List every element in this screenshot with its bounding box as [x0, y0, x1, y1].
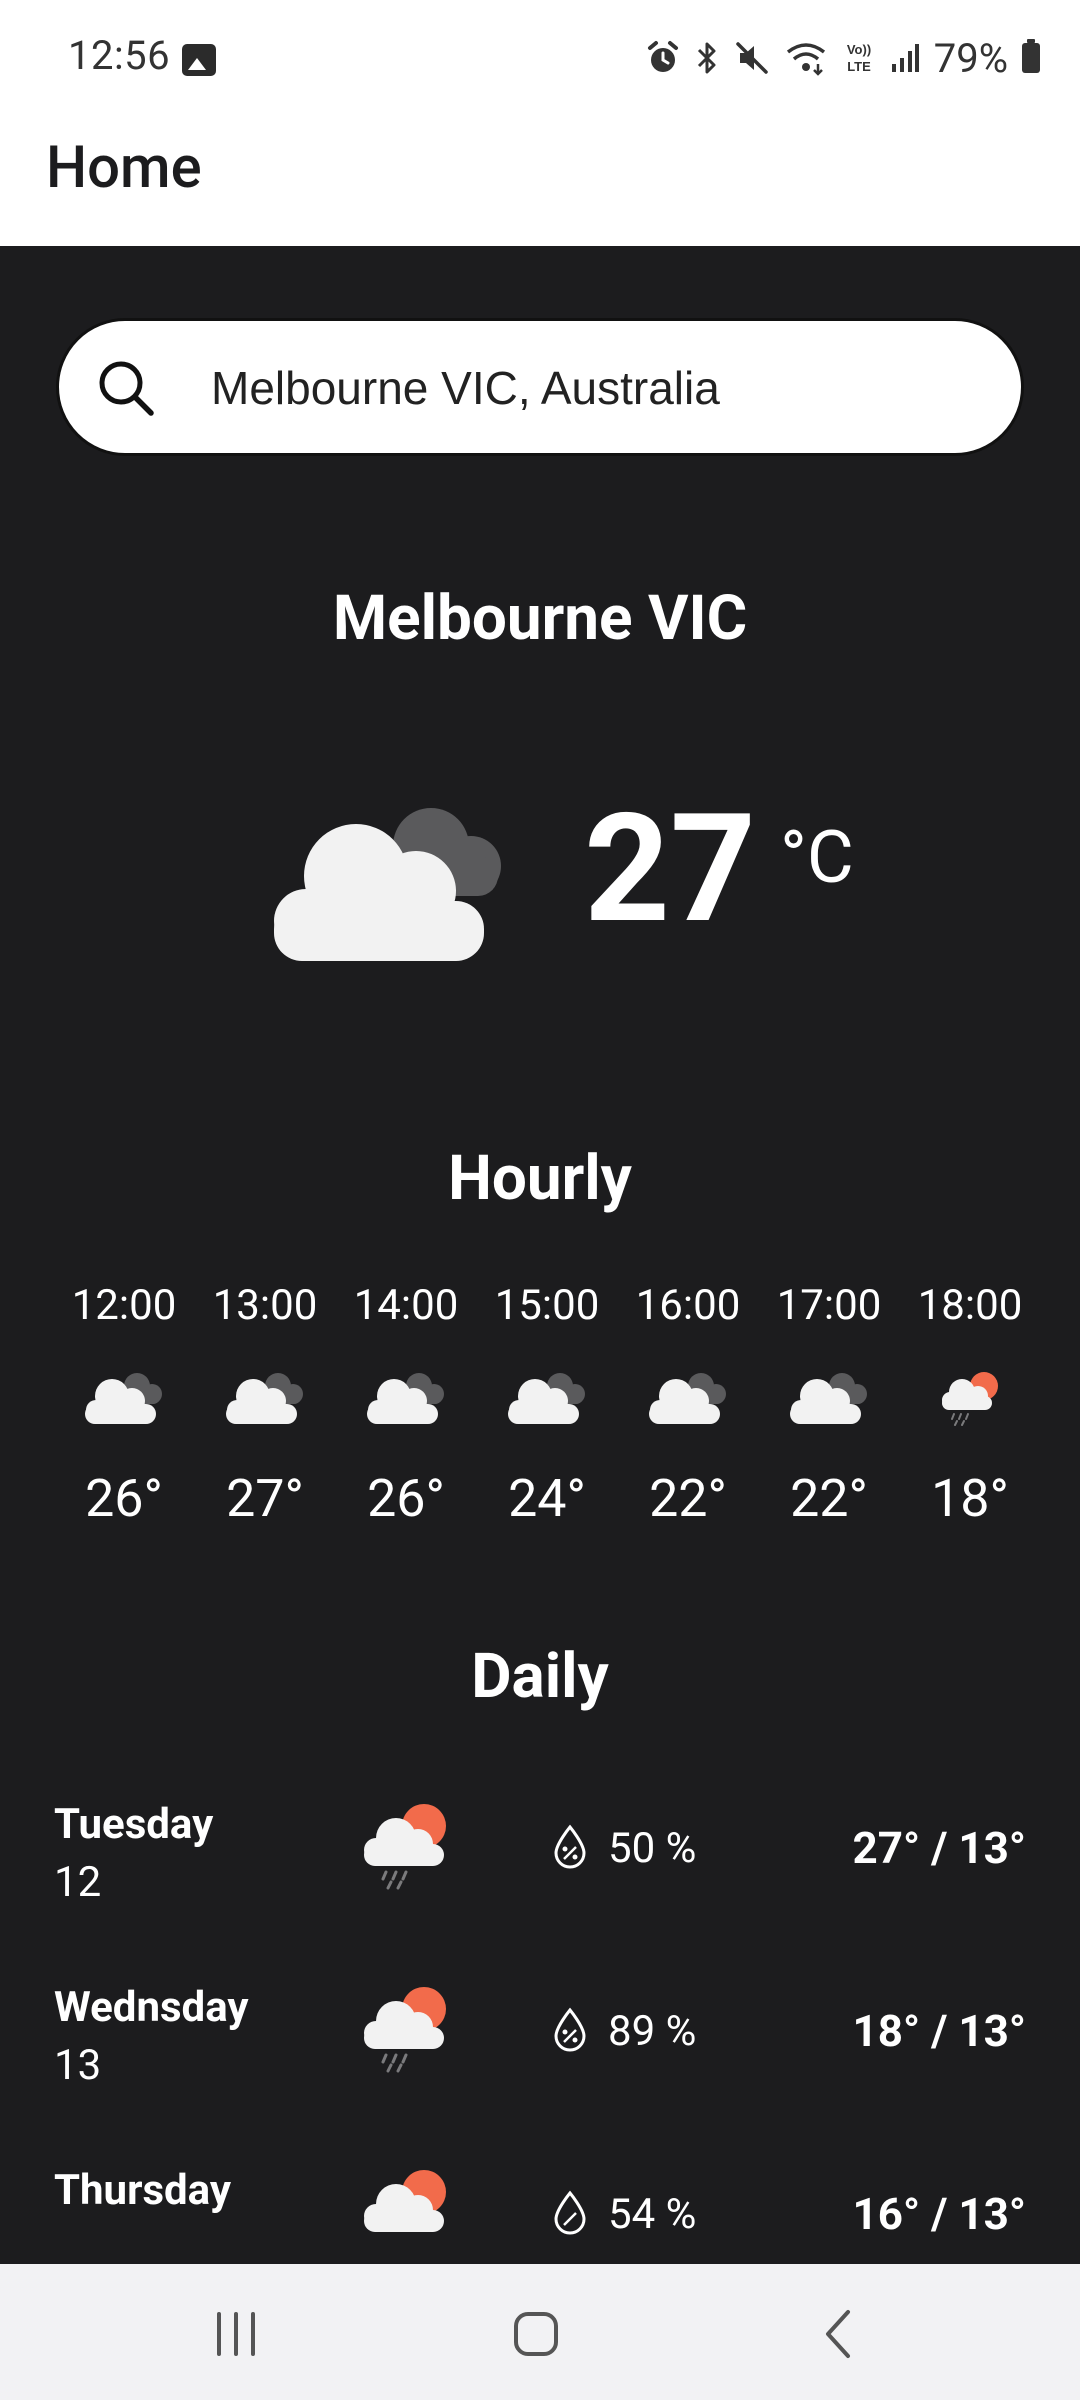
hour-temperature: 18°	[931, 1468, 1009, 1529]
status-time: 12:56	[68, 32, 171, 79]
hour-item: 14:00 26°	[336, 1276, 476, 1576]
battery-percentage: 79%	[933, 34, 1008, 82]
search-input[interactable]	[211, 351, 991, 425]
hour-item: 17:00 22°	[759, 1276, 899, 1576]
hour-time: 18:00	[917, 1281, 1023, 1330]
cloudy-icon	[649, 1373, 726, 1424]
temperature-unit: °C	[780, 815, 854, 900]
current-temperature: 27	[584, 781, 757, 957]
day-date: 13	[54, 2041, 102, 2090]
cloudy-icon	[790, 1373, 867, 1424]
gallery-icon	[182, 44, 216, 76]
weather-main: Melbourne VIC 27 °C Hourly 12:00 26° 13:…	[0, 246, 1080, 2264]
search-bar[interactable]	[56, 318, 1024, 456]
sun-rain-icon	[364, 1804, 446, 1890]
app-bar: Home	[0, 120, 1080, 246]
hour-item: 18:00 18°	[900, 1276, 1040, 1576]
hour-item: 15:00 24°	[477, 1276, 617, 1576]
page-title: Home	[46, 134, 202, 202]
hour-time: 13:00	[212, 1281, 318, 1330]
back-icon[interactable]	[810, 2304, 870, 2364]
cloudy-icon	[274, 808, 501, 961]
bluetooth-icon	[697, 42, 716, 74]
battery-icon	[1022, 39, 1040, 73]
wifi-icon	[786, 43, 825, 76]
daily-row: Tuesday 12 50 % 27° / 13°	[0, 1800, 1080, 1983]
cloudy-icon	[226, 1373, 303, 1424]
sun-rain-icon	[942, 1372, 998, 1426]
volte-icon: Vo)) LTE	[847, 42, 871, 74]
cloudy-icon	[508, 1373, 585, 1424]
hour-temperature: 27°	[226, 1468, 304, 1529]
hour-item: 13:00 27°	[195, 1276, 335, 1576]
hourly-forecast: 12:00 26° 13:00 27° 14:00 26° 15:00 24° …	[54, 1276, 1040, 1576]
sun-rain-icon	[364, 2170, 446, 2232]
hour-time: 15:00	[494, 1281, 600, 1330]
cloudy-icon	[85, 1373, 162, 1424]
search-icon[interactable]	[93, 355, 159, 421]
recent-apps-icon[interactable]	[206, 2304, 266, 2364]
raindrop-percent-icon	[554, 2190, 586, 2235]
daily-forecast: Tuesday 12 50 % 27° / 13° Wednsday 13 89…	[0, 1800, 1080, 2264]
city-name: Melbourne VIC	[332, 582, 748, 655]
daily-title: Daily	[471, 1640, 609, 1713]
svg-text:LTE: LTE	[847, 59, 871, 74]
day-high-low: 27° / 13°	[852, 1822, 1026, 1874]
system-navigation-bar	[0, 2264, 1080, 2400]
hour-temperature: 22°	[790, 1468, 868, 1529]
day-high-low: 18° / 13°	[852, 2005, 1026, 2057]
hour-time: 14:00	[353, 1281, 459, 1330]
day-name: Thursday	[54, 2166, 231, 2215]
daily-row: Wednsday 13 89 % 18° / 13°	[0, 1983, 1080, 2166]
hour-time: 16:00	[635, 1281, 741, 1330]
hour-time: 17:00	[776, 1281, 882, 1330]
hour-time: 12:00	[71, 1281, 177, 1330]
mute-icon	[735, 42, 768, 74]
raindrop-percent-icon	[554, 2007, 586, 2052]
day-name: Tuesday	[54, 1800, 214, 1849]
status-icons: Vo)) LTE 79%	[646, 30, 1040, 86]
sun-rain-icon	[364, 1987, 446, 2073]
day-high-low: 16° / 13°	[852, 2188, 1026, 2240]
signal-icon	[891, 44, 919, 72]
hour-item: 12:00 26°	[54, 1276, 194, 1576]
hour-temperature: 26°	[367, 1468, 445, 1529]
rain-probability: 54 %	[608, 2190, 697, 2239]
day-date: 12	[54, 1858, 102, 1907]
hour-temperature: 24°	[508, 1468, 586, 1529]
svg-text:Vo)): Vo))	[847, 42, 871, 57]
rain-probability: 50 %	[608, 1824, 697, 1873]
raindrop-percent-icon	[554, 1824, 586, 1869]
hour-temperature: 26°	[85, 1468, 163, 1529]
hour-item: 16:00 22°	[618, 1276, 758, 1576]
alarm-icon	[647, 41, 678, 72]
status-bar: 12:56 Vo)) LTE 79%	[0, 0, 1080, 120]
cloudy-icon	[367, 1373, 444, 1424]
daily-row: Thursday 54 % 16° / 13°	[0, 2166, 1080, 2264]
day-name: Wednsday	[54, 1983, 249, 2032]
hour-temperature: 22°	[649, 1468, 727, 1529]
home-icon[interactable]	[506, 2304, 566, 2364]
rain-probability: 89 %	[608, 2007, 697, 2056]
hourly-title: Hourly	[448, 1142, 632, 1215]
